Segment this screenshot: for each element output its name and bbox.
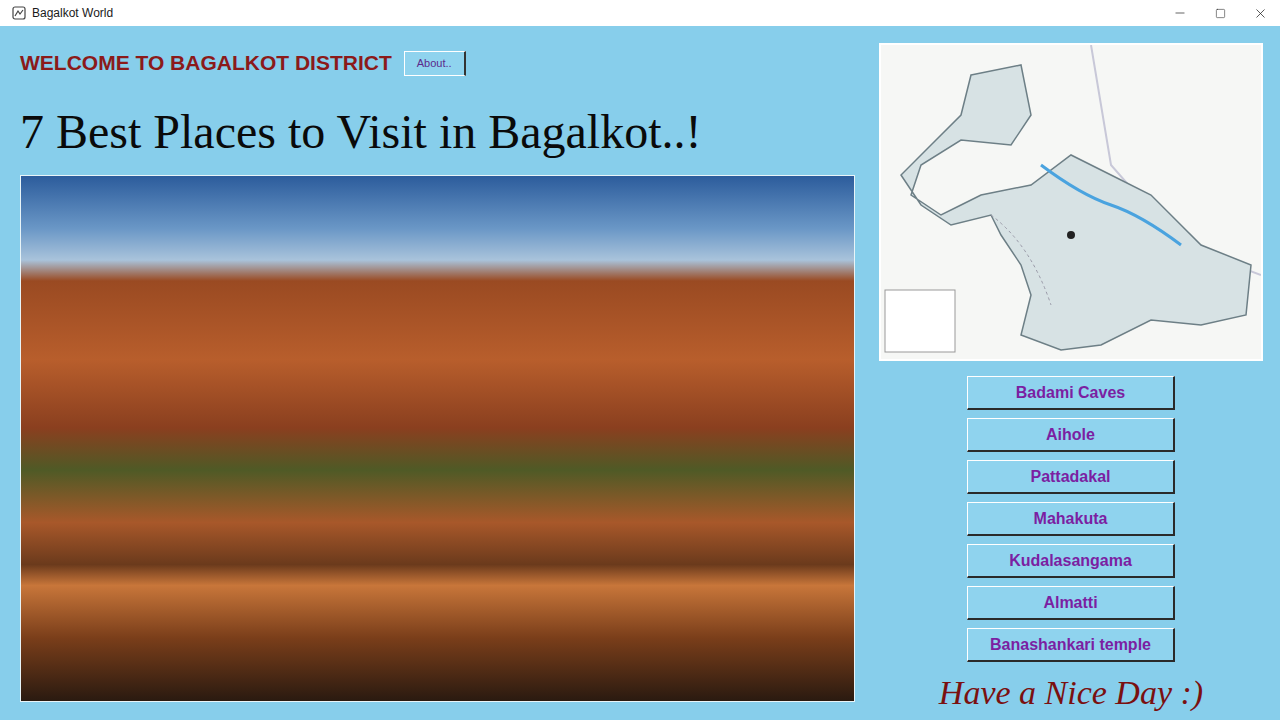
place-list: Badami Caves Aihole Pattadakal Mahakuta Kuda… — [967, 376, 1175, 662]
window-title: Bagalkot World — [32, 6, 1160, 20]
place-button[interactable]: Mahakuta — [967, 502, 1175, 536]
place-button[interactable]: Aihole — [967, 418, 1175, 452]
about-button[interactable]: About.. — [404, 51, 466, 76]
map-drawing — [881, 45, 1261, 359]
main-column: WELCOME TO BAGALKOT DISTRICT About.. 7 Bes… — [0, 26, 875, 720]
badami-photo — [20, 175, 855, 702]
content: WELCOME TO BAGALKOT DISTRICT About.. 7 Bes… — [0, 26, 1280, 720]
window-controls — [1160, 0, 1280, 26]
side-column: Badami Caves Aihole Pattadakal Mahakuta Kuda… — [875, 26, 1267, 720]
minimize-icon — [1173, 6, 1187, 20]
footer-greeting: Have a Nice Day :) — [939, 674, 1203, 711]
app-icon — [12, 6, 26, 20]
welcome-heading: WELCOME TO BAGALKOT DISTRICT — [20, 51, 392, 75]
close-icon — [1253, 6, 1268, 21]
place-button[interactable]: Banashankari temple — [967, 628, 1175, 662]
close-button[interactable] — [1240, 0, 1280, 26]
title-bar: Bagalkot World — [0, 0, 1280, 26]
maximize-icon — [1215, 8, 1226, 19]
place-button[interactable]: Almatti — [967, 586, 1175, 620]
header-row: WELCOME TO BAGALKOT DISTRICT About.. — [20, 50, 875, 76]
minimize-button[interactable] — [1160, 0, 1200, 26]
app-window: Bagalkot World WELCOME TO BAGALKOT DISTRI… — [0, 0, 1280, 720]
place-button[interactable]: Kudalasangama — [967, 544, 1175, 578]
place-button[interactable]: Badami Caves — [967, 376, 1175, 410]
place-button[interactable]: Pattadakal — [967, 460, 1175, 494]
district-map — [879, 43, 1263, 361]
headline: 7 Best Places to Visit in Bagalkot..! — [20, 102, 875, 162]
maximize-button[interactable] — [1200, 0, 1240, 26]
